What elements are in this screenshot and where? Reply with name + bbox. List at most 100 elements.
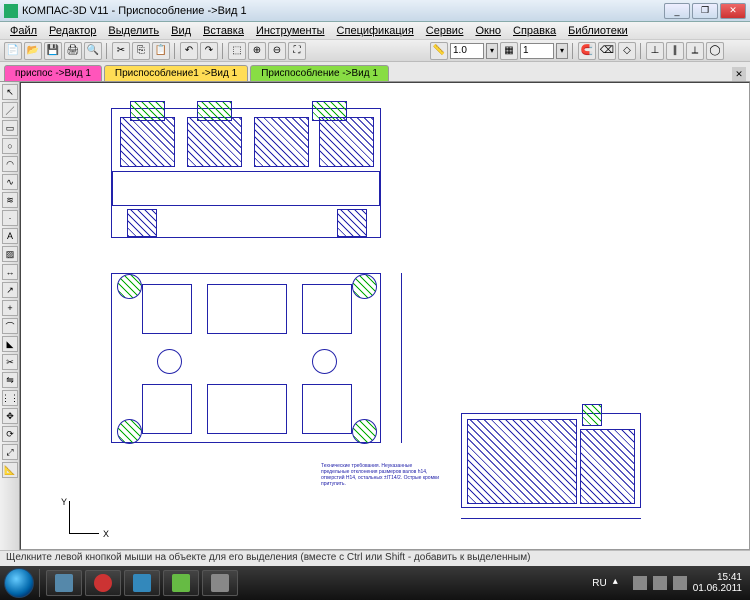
menu-file[interactable]: Файл (4, 25, 43, 37)
polyline-icon[interactable]: ≋ (2, 192, 18, 208)
text-icon[interactable]: A (2, 228, 18, 244)
taskbar-app-5[interactable] (202, 570, 238, 596)
paste-icon[interactable]: 📋 (152, 42, 170, 60)
tab-doc-3[interactable]: Приспособление ->Вид 1 (250, 65, 389, 81)
start-button[interactable] (4, 568, 34, 598)
hole (312, 349, 337, 374)
tray-date: 01.06.2011 (693, 583, 742, 594)
menu-select[interactable]: Выделить (102, 25, 165, 37)
bolt-top (117, 419, 142, 444)
redo-icon[interactable]: ↷ (200, 42, 218, 60)
bolt-head (197, 101, 232, 121)
copy-icon[interactable]: ⎘ (132, 42, 150, 60)
menu-view[interactable]: Вид (165, 25, 197, 37)
hatch-region (254, 117, 309, 167)
fillet-icon[interactable]: ⌒ (2, 318, 18, 334)
parallel-icon[interactable]: ∥ (666, 42, 684, 60)
hatch-region (319, 117, 374, 167)
measure-icon[interactable]: 📐 (2, 462, 18, 478)
snap-eraser-icon[interactable]: ⌫ (598, 42, 616, 60)
tab-close-icon[interactable]: ✕ (732, 67, 746, 81)
scale-input[interactable] (450, 43, 484, 59)
rotate-icon[interactable]: ⟳ (2, 426, 18, 442)
snap-toggle-icon[interactable]: ◇ (618, 42, 636, 60)
axis-icon[interactable]: + (2, 300, 18, 316)
drawing-canvas[interactable]: Технические требования. Неуказанные пред… (20, 82, 750, 550)
open-icon[interactable]: 📂 (24, 42, 42, 60)
close-button[interactable]: ✕ (720, 3, 746, 19)
taskbar-app-3[interactable] (124, 570, 160, 596)
trim-icon[interactable]: ✂ (2, 354, 18, 370)
rect-icon[interactable]: ▭ (2, 120, 18, 136)
move-icon[interactable]: ✥ (2, 408, 18, 424)
point-icon[interactable]: · (2, 210, 18, 226)
part (142, 384, 192, 434)
menu-editor[interactable]: Редактор (43, 25, 102, 37)
zoom-fit-icon[interactable]: ⛶ (288, 42, 306, 60)
separator (572, 43, 574, 59)
language-indicator[interactable]: RU (592, 578, 606, 589)
cut-icon[interactable]: ✂ (112, 42, 130, 60)
mirror-icon[interactable]: ⇋ (2, 372, 18, 388)
scale-icon[interactable]: 📏 (430, 42, 448, 60)
ortho-icon[interactable]: ⊥ (646, 42, 664, 60)
x-axis (69, 533, 99, 534)
scale-dropdown-icon[interactable]: ▾ (486, 43, 498, 59)
dimension-icon[interactable]: ↔ (2, 264, 18, 280)
tray-flag-icon[interactable] (633, 576, 647, 590)
bolt-top (352, 419, 377, 444)
section-right (580, 429, 635, 504)
bolt-head (130, 101, 165, 121)
preview-icon[interactable]: 🔍 (84, 42, 102, 60)
drawing-section-view (461, 413, 641, 508)
chamfer-icon[interactable]: ◣ (2, 336, 18, 352)
spline-icon[interactable]: ∿ (2, 174, 18, 190)
line-icon[interactable]: ／ (2, 102, 18, 118)
array-icon[interactable]: ⋮⋮ (2, 390, 18, 406)
circle-icon[interactable]: ○ (2, 138, 18, 154)
save-icon[interactable]: 💾 (44, 42, 62, 60)
zoom-in-icon[interactable]: ⊕ (248, 42, 266, 60)
foot (337, 209, 367, 237)
status-bar: Щелкните левой кнопкой мыши на объекте д… (0, 550, 750, 566)
minimize-button[interactable]: _ (664, 3, 690, 19)
tab-doc-2[interactable]: Приспособление1 ->Вид 1 (104, 65, 248, 81)
zoom-out-icon[interactable]: ⊖ (268, 42, 286, 60)
undo-icon[interactable]: ↶ (180, 42, 198, 60)
menu-insert[interactable]: Вставка (197, 25, 250, 37)
new-icon[interactable]: 📄 (4, 42, 22, 60)
tray-clock[interactable]: 15:41 01.06.2011 (693, 572, 746, 594)
zoom-window-icon[interactable]: ⬚ (228, 42, 246, 60)
leader-icon[interactable]: ↗ (2, 282, 18, 298)
maximize-button[interactable]: ❐ (692, 3, 718, 19)
menu-help[interactable]: Справка (507, 25, 562, 37)
menu-spec[interactable]: Спецификация (331, 25, 420, 37)
y-axis (69, 501, 70, 533)
hatch-region (120, 117, 175, 167)
print-icon[interactable]: 🖨 (64, 42, 82, 60)
tray-up-icon[interactable]: ▴ (613, 576, 627, 590)
perpend-icon[interactable]: ⟂ (686, 42, 704, 60)
zoom-input[interactable] (520, 43, 554, 59)
taskbar-app-1[interactable] (46, 570, 82, 596)
zoom-dropdown-icon[interactable]: ▾ (556, 43, 568, 59)
menu-window[interactable]: Окно (469, 25, 507, 37)
menu-libraries[interactable]: Библиотеки (562, 25, 634, 37)
grid-icon[interactable]: ▦ (500, 42, 518, 60)
round-icon[interactable]: ◯ (706, 42, 724, 60)
tab-doc-1[interactable]: приспос ->Вид 1 (4, 65, 102, 81)
separator (222, 43, 224, 59)
scale-tool-icon[interactable]: ⤢ (2, 444, 18, 460)
technical-notes: Технические требования. Неуказанные пред… (321, 463, 441, 523)
menu-service[interactable]: Сервис (420, 25, 470, 37)
arc-icon[interactable]: ◠ (2, 156, 18, 172)
taskbar-app-4[interactable] (163, 570, 199, 596)
window-titlebar: КОМПАС-3D V11 - Приспособление ->Вид 1 _… (0, 0, 750, 22)
hatch-icon[interactable]: ▨ (2, 246, 18, 262)
pointer-icon[interactable]: ↖ (2, 84, 18, 100)
snap-magnet-icon[interactable]: 🧲 (578, 42, 596, 60)
menu-tools[interactable]: Инструменты (250, 25, 331, 37)
tray-network-icon[interactable] (653, 576, 667, 590)
tray-volume-icon[interactable] (673, 576, 687, 590)
taskbar-app-2[interactable] (85, 570, 121, 596)
